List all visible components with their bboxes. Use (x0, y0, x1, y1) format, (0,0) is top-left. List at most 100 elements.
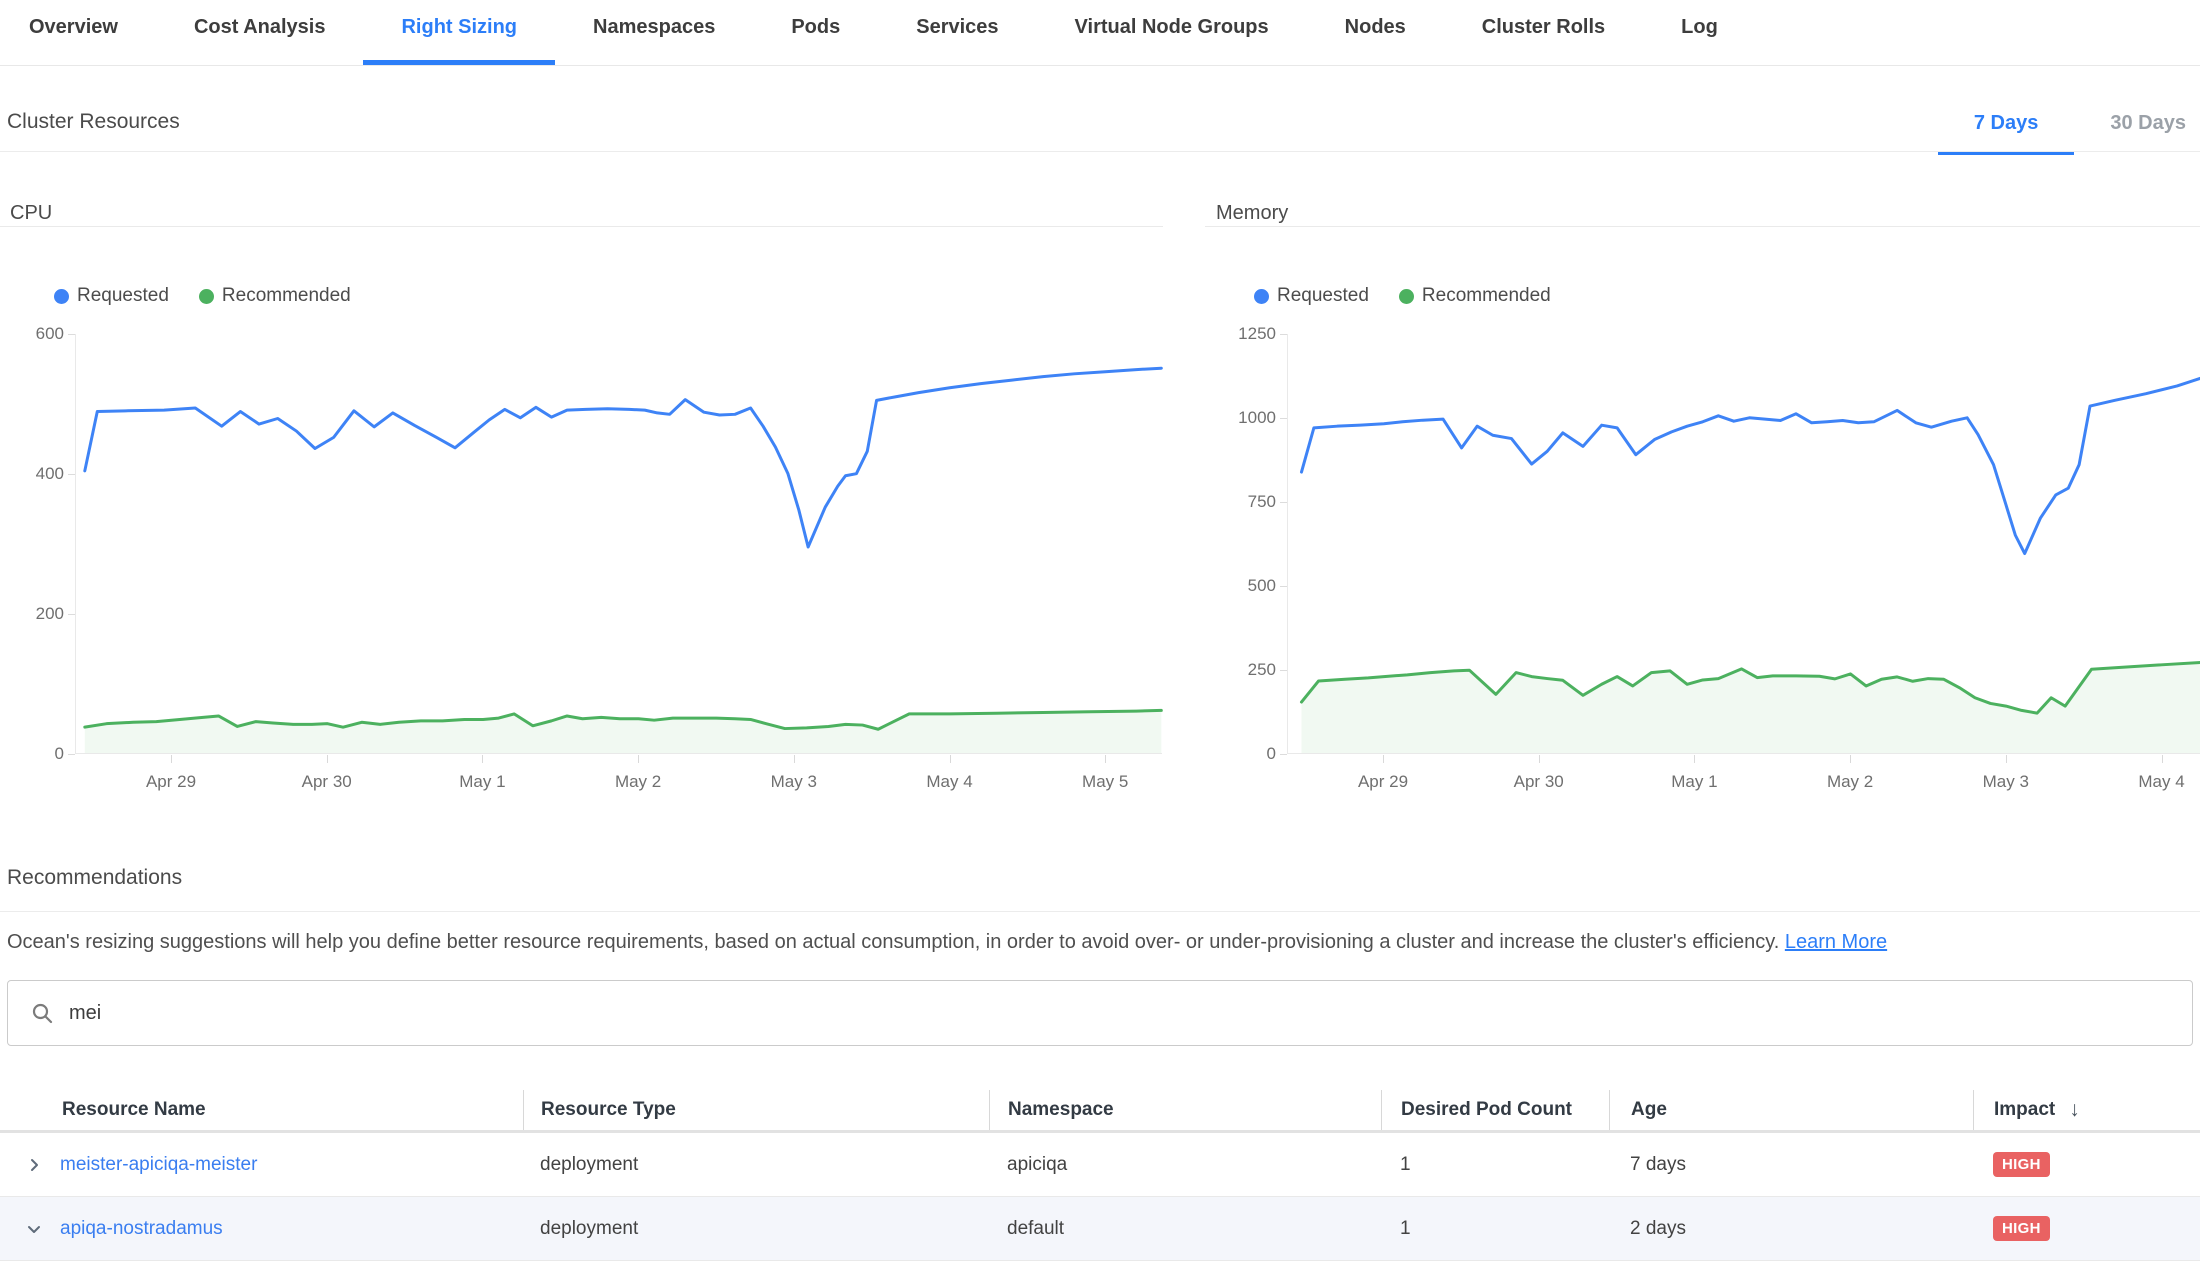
recommendations-title: Recommendations (7, 866, 182, 890)
nav-tab-log[interactable]: Log (1643, 0, 1756, 65)
y-axis-label: 0 (1216, 744, 1276, 764)
chart-title-cpu: CPU (10, 202, 52, 225)
y-tick-mark (68, 334, 75, 335)
column-header-label: Impact (1994, 1099, 2055, 1121)
learn-more-link[interactable]: Learn More (1785, 931, 1887, 953)
search-box[interactable] (7, 980, 2193, 1046)
section-divider (0, 151, 2200, 152)
right-sizing-page: OverviewCost AnalysisRight SizingNamespa… (0, 0, 2200, 1264)
resource-name-cell: apiqa-nostradamus (0, 1218, 523, 1240)
nav-tab-overview[interactable]: Overview (0, 0, 156, 65)
y-axis-label: 1000 (1216, 408, 1276, 428)
range-tab-30-days[interactable]: 30 Days (2074, 108, 2200, 155)
x-tick-mark (638, 755, 639, 763)
nav-tab-cost-analysis[interactable]: Cost Analysis (156, 0, 364, 65)
x-axis-label: Apr 29 (146, 772, 196, 792)
x-axis-label: May 2 (615, 772, 661, 792)
resource-name-link[interactable]: apiqa-nostradamus (60, 1218, 223, 1240)
legend-item-requested[interactable]: Requested (1254, 285, 1369, 307)
legend-label: Requested (1277, 285, 1369, 307)
y-axis-label: 200 (4, 604, 64, 624)
x-axis-label: Apr 30 (1514, 772, 1564, 792)
x-tick-mark (1383, 755, 1384, 763)
x-tick-mark (1539, 755, 1540, 763)
resource-name-link[interactable]: meister-apiciqa-meister (60, 1154, 257, 1176)
nav-tab-cluster-rolls[interactable]: Cluster Rolls (1444, 0, 1643, 65)
legend-label: Requested (77, 285, 169, 307)
recommendations-description: Ocean's resizing suggestions will help y… (7, 931, 2190, 954)
y-axis-label: 400 (4, 464, 64, 484)
plot-memory (1287, 334, 2200, 754)
nav-tab-namespaces[interactable]: Namespaces (555, 0, 753, 65)
chart-legend-memory: Requested Recommended (1254, 285, 1551, 307)
y-tick-mark (1280, 670, 1287, 671)
legend-item-requested[interactable]: Requested (54, 285, 169, 307)
column-header-desired-pod-count[interactable]: Desired Pod Count (1381, 1090, 1609, 1130)
column-header-resource-name[interactable]: Resource Name (0, 1090, 523, 1130)
search-input[interactable] (69, 1002, 2170, 1025)
legend-item-recommended[interactable]: Recommended (199, 285, 351, 307)
table-header: Resource Name Resource Type Namespace Desir… (0, 1090, 2200, 1133)
table-row[interactable]: apiqa-nostradamusdeploymentdefault12 day… (0, 1197, 2200, 1261)
recommendations-description-text: Ocean's resizing suggestions will help y… (7, 931, 1785, 953)
y-tick-mark (68, 474, 75, 475)
requested-line-cpu (85, 368, 1162, 547)
chevron-down-icon[interactable] (24, 1219, 44, 1239)
x-axis-label: May 5 (1082, 772, 1128, 792)
chart-title-memory: Memory (1216, 202, 1288, 225)
x-axis-label: May 1 (1671, 772, 1717, 792)
impact-badge: HIGH (1993, 1152, 2050, 1177)
column-header-age[interactable]: Age (1609, 1090, 1973, 1130)
x-axis-label: May 4 (926, 772, 972, 792)
column-header-namespace[interactable]: Namespace (989, 1090, 1381, 1130)
y-tick-mark (1280, 754, 1287, 755)
x-tick-mark (1105, 755, 1106, 763)
nav-tab-right-sizing[interactable]: Right Sizing (363, 0, 555, 65)
column-header-impact[interactable]: Impact ↓ (1973, 1090, 2200, 1130)
x-tick-mark (794, 755, 795, 763)
nav-tab-nodes[interactable]: Nodes (1307, 0, 1444, 65)
sort-desc-icon[interactable]: ↓ (2069, 1098, 2080, 1122)
legend-dot-recommended-icon (199, 289, 214, 304)
nav-tab-services[interactable]: Services (878, 0, 1036, 65)
legend-item-recommended[interactable]: Recommended (1399, 285, 1551, 307)
column-header-label: Resource Name (62, 1099, 206, 1121)
top-nav-tabs: OverviewCost AnalysisRight SizingNamespa… (0, 0, 2200, 66)
x-axis-label: May 1 (459, 772, 505, 792)
x-tick-mark (950, 755, 951, 763)
x-tick-mark (1694, 755, 1695, 763)
x-tick-mark (327, 755, 328, 763)
age-cell: 2 days (1609, 1218, 1973, 1240)
chevron-right-icon[interactable] (24, 1155, 44, 1175)
y-tick-mark (1280, 586, 1287, 587)
namespace-cell: default (989, 1218, 1381, 1240)
x-axis-label: May 3 (771, 772, 817, 792)
table-body: meister-apiciqa-meisterdeploymentapiciqa… (0, 1133, 2200, 1261)
legend-dot-recommended-icon (1399, 289, 1414, 304)
chart-legend-cpu: Requested Recommended (54, 285, 351, 307)
plot-cpu (75, 334, 1162, 754)
table-row[interactable]: meister-apiciqa-meisterdeploymentapiciqa… (0, 1133, 2200, 1197)
legend-label: Recommended (1422, 285, 1551, 307)
nav-tab-virtual-node-groups[interactable]: Virtual Node Groups (1037, 0, 1307, 65)
chart-title-border-memory (1205, 226, 2200, 227)
range-tab-7-days[interactable]: 7 Days (1938, 108, 2075, 155)
chart-svg-memory (1288, 334, 2200, 753)
x-tick-mark (2006, 755, 2007, 763)
column-header-label: Namespace (1008, 1099, 1114, 1121)
recommended-area-memory (1301, 663, 2200, 753)
nav-tab-pods[interactable]: Pods (753, 0, 878, 65)
x-tick-mark (1850, 755, 1851, 763)
y-axis-label: 600 (4, 324, 64, 344)
recommended-area-cpu (85, 710, 1162, 753)
column-header-resource-type[interactable]: Resource Type (523, 1090, 989, 1130)
x-axis-label: Apr 30 (302, 772, 352, 792)
resource-name-cell: meister-apiciqa-meister (0, 1154, 523, 1176)
y-tick-mark (1280, 334, 1287, 335)
legend-label: Recommended (222, 285, 351, 307)
desired-pod-count-cell: 1 (1381, 1218, 1609, 1240)
y-tick-mark (68, 614, 75, 615)
resource-type-cell: deployment (523, 1154, 989, 1176)
impact-badge: HIGH (1993, 1216, 2050, 1241)
x-tick-mark (2162, 755, 2163, 763)
